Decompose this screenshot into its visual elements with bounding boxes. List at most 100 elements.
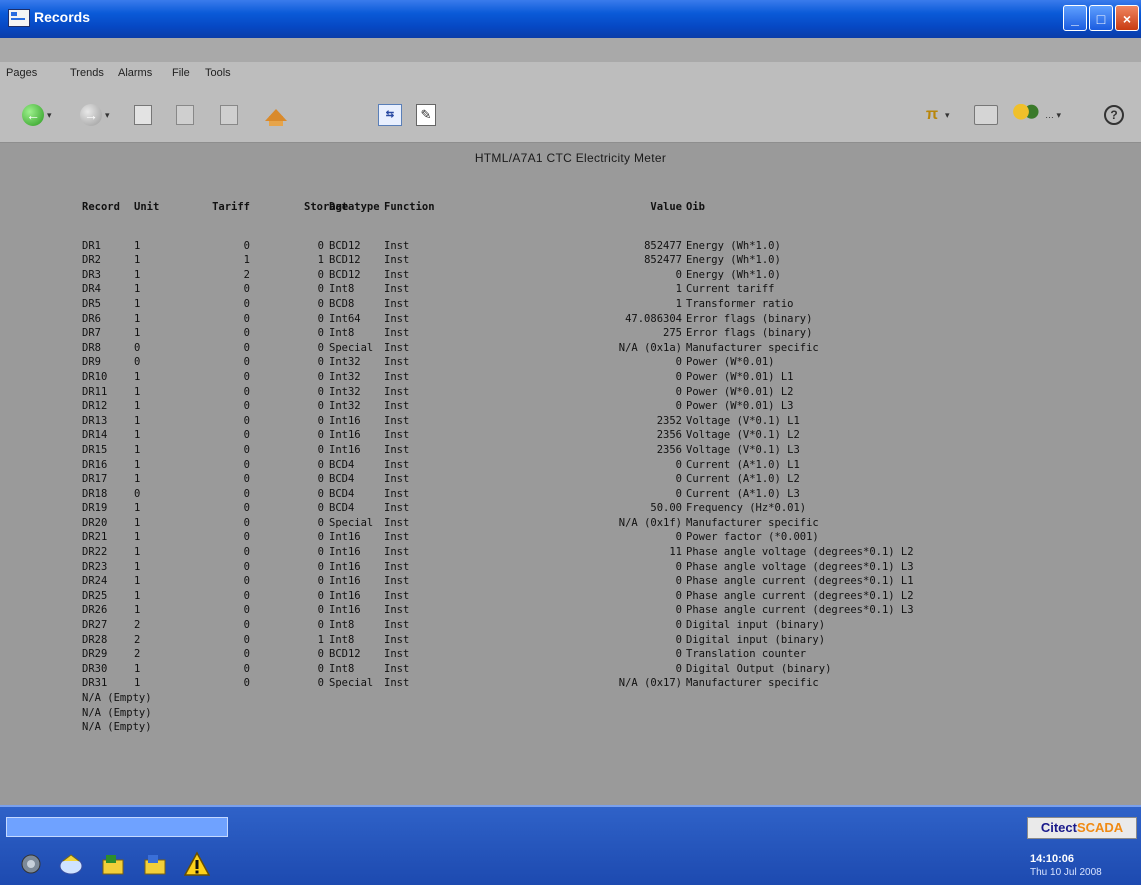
brand-logo: CitectSCADA bbox=[1027, 817, 1137, 839]
cell-record: DR9 bbox=[82, 356, 101, 369]
menu-alarms[interactable]: Alarms bbox=[118, 67, 152, 79]
table-row: DR30 1 0 0 Int8 Inst 0 Digital Output (binary) bbox=[82, 663, 831, 678]
hardware-alarm-icon[interactable] bbox=[100, 851, 126, 877]
page-button-1[interactable] bbox=[134, 102, 152, 128]
cell-value: 0 bbox=[675, 633, 682, 646]
cell-function: Inst bbox=[384, 341, 410, 354]
table-row: DR20 1 0 0 Special Inst N/A (0x1f) Manufacturer… bbox=[82, 516, 819, 532]
minimize-button[interactable]: _ bbox=[1063, 5, 1087, 31]
cell-unit: 1 bbox=[134, 516, 141, 529]
cell-value: 0 bbox=[675, 458, 682, 471]
cell-record: DR27 bbox=[82, 619, 108, 632]
cell-function: Inst bbox=[384, 385, 410, 398]
cell-datatype: BCD12 bbox=[329, 268, 361, 281]
warning-icon[interactable] bbox=[183, 851, 211, 877]
cell-oib: Digital Output (binary) bbox=[686, 662, 832, 675]
help-button[interactable]: ? bbox=[1104, 102, 1124, 128]
cell-datatype: Int16 bbox=[329, 560, 361, 573]
cell-value: 0 bbox=[675, 619, 682, 632]
cell-tariff: 2 bbox=[243, 268, 250, 281]
cell-record: DR20 bbox=[82, 516, 108, 529]
cell-tariff: 0 bbox=[243, 677, 250, 690]
cell-record: N/A (Empty) bbox=[82, 692, 152, 704]
cell-datatype: Int8 bbox=[329, 662, 355, 675]
cell-record: DR23 bbox=[82, 560, 108, 573]
cell-unit: 1 bbox=[134, 560, 141, 573]
cell-oib: Current tariff bbox=[686, 283, 775, 296]
cell-value: 0 bbox=[675, 531, 682, 544]
cell-datatype: Special bbox=[329, 516, 374, 529]
close-button[interactable]: × bbox=[1115, 5, 1139, 31]
cell-datatype: Int64 bbox=[329, 312, 361, 325]
maximize-button[interactable]: □ bbox=[1089, 5, 1113, 31]
command-input[interactable] bbox=[6, 817, 228, 837]
page-button-3[interactable] bbox=[220, 102, 238, 128]
cell-storage: 0 bbox=[317, 619, 324, 632]
cell-tariff: 0 bbox=[243, 356, 250, 369]
cell-tariff: 0 bbox=[243, 589, 250, 602]
cell-function: Inst bbox=[384, 589, 410, 602]
page-button-2[interactable] bbox=[176, 102, 194, 128]
cell-unit: 1 bbox=[134, 400, 141, 413]
table-row: N/A (Empty) bbox=[82, 707, 152, 722]
cell-record: DR12 bbox=[82, 400, 108, 413]
cell-storage: 0 bbox=[317, 400, 324, 413]
cell-value: 0 bbox=[675, 400, 682, 413]
cell-tariff: 0 bbox=[243, 239, 250, 252]
header-value: Value bbox=[650, 201, 682, 213]
window-title: Records bbox=[34, 9, 91, 25]
cell-storage: 0 bbox=[317, 516, 324, 529]
print-button[interactable] bbox=[974, 102, 998, 128]
cell-record: DR13 bbox=[82, 414, 108, 427]
forward-button[interactable]: → ▾ bbox=[80, 102, 110, 128]
menu-pages[interactable]: Pages bbox=[6, 67, 37, 79]
menu-trends[interactable]: Trends bbox=[70, 67, 104, 79]
page-title: HTML/A7A1 CTC Electricity Meter bbox=[474, 151, 667, 165]
cell-storage: 0 bbox=[317, 662, 324, 675]
cell-storage: 0 bbox=[317, 429, 324, 442]
back-button[interactable]: ← ▾ bbox=[22, 102, 52, 128]
cell-function: Inst bbox=[384, 677, 410, 690]
table-row: DR1 1 0 0 BCD12 Inst 852477 Energy (Wh*1.0) bbox=[82, 240, 781, 255]
edit-button[interactable]: ✎ bbox=[416, 102, 436, 128]
cell-storage: 0 bbox=[317, 341, 324, 354]
clock-time: 14:10:06 bbox=[1030, 853, 1075, 865]
cell-unit: 1 bbox=[134, 312, 141, 325]
cell-value: 0 bbox=[675, 356, 682, 369]
cell-unit: 0 bbox=[134, 341, 141, 354]
toolbar: ← ▾ → ▾ ⇆ ✎ π ▾ … ▾ ? bbox=[0, 86, 1141, 143]
cell-function: Inst bbox=[384, 458, 410, 471]
cell-oib: Power (W*0.01) bbox=[686, 356, 775, 369]
cell-function: Inst bbox=[384, 531, 410, 544]
cell-storage: 0 bbox=[317, 575, 324, 588]
cell-record: DR19 bbox=[82, 502, 108, 515]
page-icon bbox=[134, 105, 152, 125]
compare-button[interactable]: ⇆ bbox=[378, 102, 402, 128]
cell-value: 0 bbox=[675, 589, 682, 602]
users-button[interactable]: … ▾ bbox=[1012, 102, 1061, 128]
cell-datatype: Int8 bbox=[329, 283, 355, 296]
table-row: DR9 0 0 0 Int32 Inst 0 Power (W*0.01) bbox=[82, 356, 775, 371]
table-row: DR14 1 0 0 Int16 Inst 2356 Voltage (V*0.1) L2 bbox=[82, 429, 800, 444]
cell-record: DR18 bbox=[82, 487, 108, 500]
table-row: DR19 1 0 0 BCD4 Inst 50.00 Frequency (Hz*0.01) bbox=[82, 502, 806, 517]
cell-record: DR3 bbox=[82, 268, 101, 281]
menu-tools[interactable]: Tools bbox=[205, 67, 231, 79]
trend-button[interactable]: π ▾ bbox=[922, 102, 950, 128]
cell-oib: Frequency (Hz*0.01) bbox=[686, 502, 807, 515]
cell-record: N/A (Empty) bbox=[82, 721, 152, 734]
table-row: DR15 1 0 0 Int16 Inst 2356 Voltage (V*0.1) L3 bbox=[82, 444, 800, 459]
cell-unit: 2 bbox=[134, 619, 141, 632]
page-icon bbox=[220, 105, 238, 125]
pump-icon[interactable] bbox=[18, 851, 44, 877]
cell-record: DR31 bbox=[82, 677, 108, 690]
cell-tariff: 0 bbox=[243, 604, 250, 617]
summary-alarm-icon[interactable] bbox=[142, 851, 168, 877]
cell-value: 0 bbox=[675, 370, 682, 383]
menu-file[interactable]: File bbox=[172, 67, 190, 79]
cell-function: Inst bbox=[384, 443, 410, 456]
cell-tariff: 0 bbox=[243, 385, 250, 398]
alarm-icon[interactable] bbox=[58, 851, 84, 877]
cell-datatype: BCD12 bbox=[329, 648, 361, 661]
home-button[interactable] bbox=[265, 102, 287, 128]
